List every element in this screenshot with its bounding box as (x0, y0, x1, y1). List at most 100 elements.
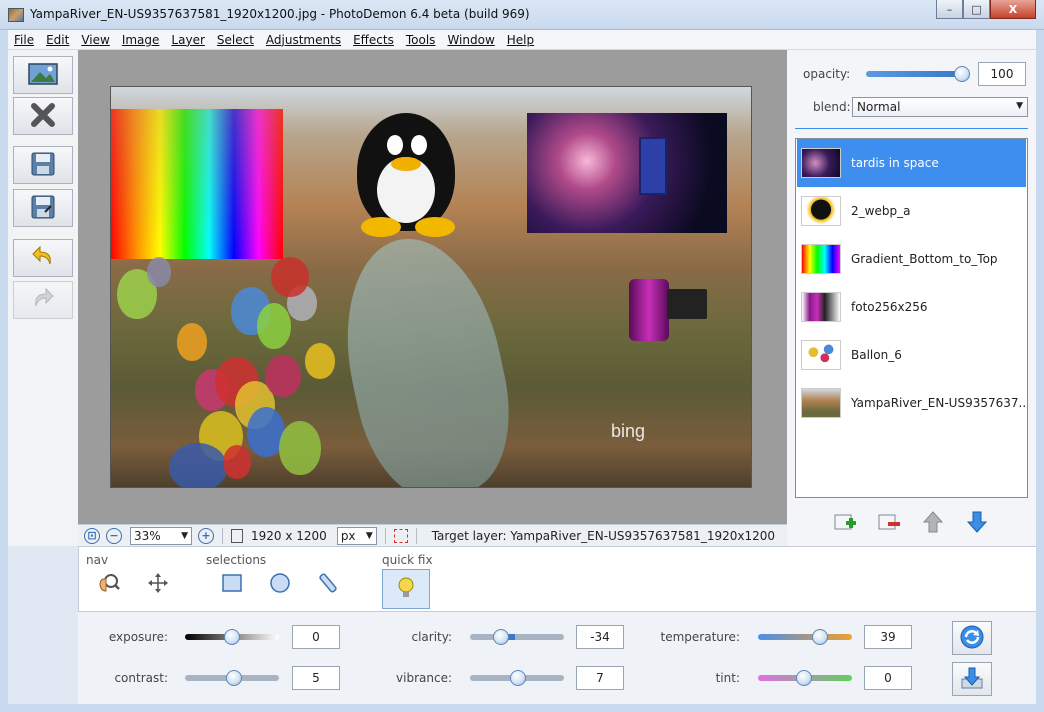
clarity-slider-thumb[interactable] (493, 629, 509, 645)
balloon (223, 445, 251, 479)
temperature-slider-track[interactable] (758, 634, 852, 640)
balloon (147, 257, 171, 287)
contrast-input[interactable]: 5 (292, 666, 340, 690)
maximize-button[interactable]: □ (963, 0, 990, 19)
minimize-button[interactable]: – (936, 0, 963, 19)
layer-item[interactable]: tardis in space (797, 139, 1026, 187)
layer-item[interactable]: YampaRiver_EN-US9357637... (797, 379, 1026, 427)
menu-view[interactable]: View (75, 30, 115, 49)
menu-effects[interactable]: Effects (347, 30, 400, 49)
contrast-slider-thumb[interactable] (226, 670, 242, 686)
menu-window[interactable]: Window (441, 30, 500, 49)
apply-quick-fix-button[interactable] (952, 662, 992, 696)
opacity-slider-track[interactable] (866, 71, 962, 77)
floppy-icon (30, 151, 56, 180)
clarity-slider-track[interactable] (470, 634, 564, 640)
move-layer-down-button[interactable] (964, 511, 990, 536)
fit-to-window-icon[interactable]: ⊡ (84, 527, 100, 544)
balloon (257, 303, 291, 349)
line-selection-tool[interactable] (315, 571, 341, 597)
temperature-input[interactable]: 39 (864, 625, 912, 649)
menu-edit[interactable]: Edit (40, 30, 75, 49)
save-as-button[interactable] (13, 189, 73, 227)
vibrance-input[interactable]: 7 (576, 666, 624, 690)
exposure-input[interactable]: 0 (292, 625, 340, 649)
move-layer-up-button[interactable] (920, 510, 946, 538)
save-button[interactable] (13, 146, 73, 184)
zoom-select[interactable]: 33% ▼ (130, 526, 192, 545)
add-layer-icon (834, 512, 856, 537)
balloon (305, 343, 335, 379)
menu-select[interactable]: Select (211, 30, 260, 49)
tint-slider-thumb[interactable] (796, 670, 812, 686)
quick-fix-tool[interactable] (382, 569, 430, 609)
status-separator (384, 527, 386, 544)
title-bar: YampaRiver_EN-US9357637581_1920x1200.jpg… (0, 0, 1044, 30)
canvas-area[interactable]: bing (78, 50, 787, 524)
lightbulb-icon (395, 575, 417, 604)
hand-zoom-tool[interactable] (96, 571, 122, 597)
toolbox-group-nav: nav (86, 553, 109, 567)
penguin-foot-left (361, 217, 401, 237)
clarity-input[interactable]: -34 (576, 625, 624, 649)
chevron-down-icon: ▼ (181, 530, 188, 541)
vibrance-slider-thumb[interactable] (510, 670, 526, 686)
reset-quick-fix-button[interactable] (952, 621, 992, 655)
panel-divider (795, 128, 1028, 129)
gradient-layer (111, 109, 283, 259)
zoom-out-icon[interactable]: − (106, 527, 122, 544)
open-image-button[interactable] (13, 56, 73, 94)
menu-tools[interactable]: Tools (400, 30, 442, 49)
layer-thumbnail (801, 340, 841, 370)
arrow-up-icon (922, 510, 944, 538)
menu-layer[interactable]: Layer (165, 30, 210, 49)
layer-item[interactable]: Ballon_6 (797, 331, 1026, 379)
toolbox-divider (78, 547, 79, 613)
status-separator (222, 527, 223, 544)
menu-adjustments[interactable]: Adjustments (260, 30, 347, 49)
exposure-slider-thumb[interactable] (224, 629, 240, 645)
menu-file[interactable]: File (8, 30, 40, 49)
window-title: YampaRiver_EN-US9357637581_1920x1200.jpg… (30, 7, 530, 21)
move-tool[interactable] (145, 571, 171, 597)
ellipse-selection-tool[interactable] (267, 571, 293, 597)
app-icon (8, 8, 24, 22)
floppy-as-icon (30, 194, 56, 223)
delete-layer-button[interactable] (876, 512, 902, 536)
blend-mode-select[interactable]: Normal ▼ (852, 97, 1028, 117)
opacity-input[interactable]: 100 (978, 62, 1026, 86)
opacity-slider-thumb[interactable] (954, 66, 970, 82)
temperature-slider-thumb[interactable] (812, 629, 828, 645)
status-bar: ⊡ − 33% ▼ + 1920 x 1200 px ▼ Target laye… (78, 524, 787, 546)
unit-value: px (340, 528, 356, 543)
close-image-button[interactable] (13, 97, 73, 135)
layer-item[interactable]: foto256x256 (797, 283, 1026, 331)
chevron-down-icon: ▼ (1016, 101, 1023, 111)
undo-button[interactable] (13, 239, 73, 277)
blend-label: blend: (813, 100, 851, 114)
menu-image[interactable]: Image (116, 30, 166, 49)
bing-watermark: bing (611, 421, 646, 441)
image-canvas[interactable]: bing (110, 86, 752, 488)
rectangle-select-icon (220, 571, 244, 598)
close-button[interactable]: X (990, 0, 1036, 19)
hand-magnifier-icon (97, 571, 121, 598)
tint-input[interactable]: 0 (864, 666, 912, 690)
film-can (629, 279, 669, 341)
layer-name: 2_webp_a (851, 204, 911, 218)
zoom-in-icon[interactable]: + (198, 527, 214, 544)
menu-help[interactable]: Help (501, 30, 540, 49)
balloon (177, 323, 207, 361)
opacity-label: opacity: (803, 67, 851, 81)
redo-arrow-icon (30, 286, 56, 315)
temperature-label: temperature: (660, 630, 740, 644)
add-layer-button[interactable] (832, 512, 858, 536)
layer-item[interactable]: Gradient_Bottom_to_Top (797, 235, 1026, 283)
rectangle-selection-tool[interactable] (219, 571, 245, 597)
target-layer-text: Target layer: YampaRiver_EN-US9357637581… (431, 528, 775, 543)
redo-button[interactable] (13, 281, 73, 319)
unit-select[interactable]: px ▼ (336, 526, 377, 545)
delete-layer-icon (878, 512, 900, 537)
layer-list: tardis in space 2_webp_a Gradient_Bottom… (795, 138, 1028, 498)
layer-item[interactable]: 2_webp_a (797, 187, 1026, 235)
